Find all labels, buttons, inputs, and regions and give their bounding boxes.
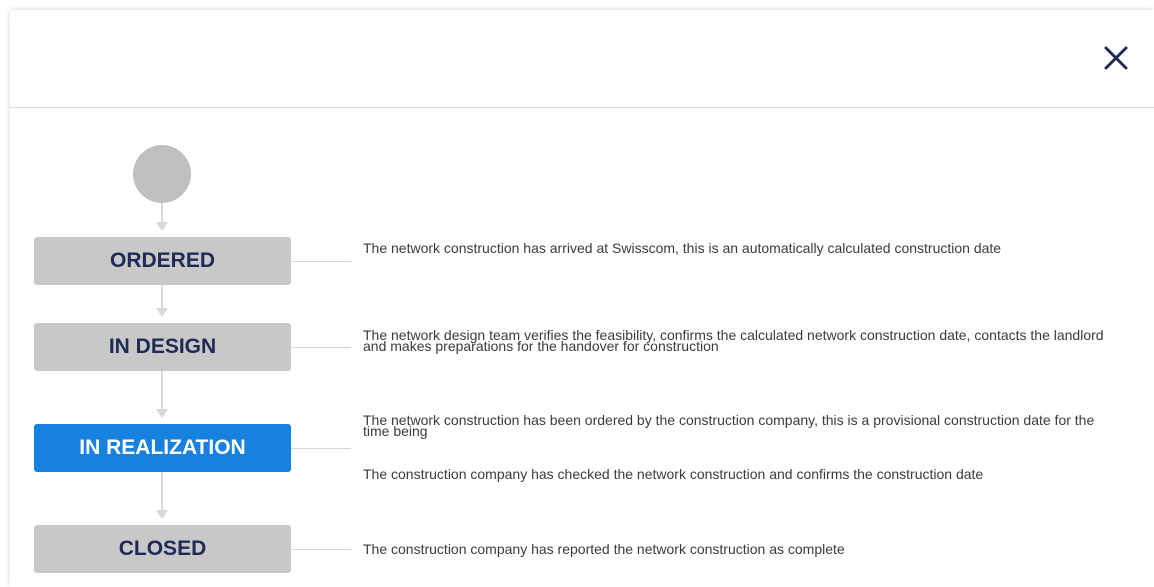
state-in-realization-description-1: The network construction has been ordere… xyxy=(363,412,1095,439)
flow-arrow-icon xyxy=(156,222,168,231)
state-ordered-label: ORDERED xyxy=(109,249,215,272)
flow-arrow-icon xyxy=(156,510,168,519)
state-ordered[interactable]: ORDERED xyxy=(34,237,291,285)
state-in-design[interactable]: IN DESIGN xyxy=(34,323,291,371)
flow-arrow-icon xyxy=(156,308,168,317)
state-in-design-description: The network design team verifies the fea… xyxy=(363,327,1104,354)
flow-arrow-icon xyxy=(156,409,168,418)
workflow-start-node xyxy=(133,145,191,203)
state-closed-label: CLOSED xyxy=(118,537,207,560)
state-in-realization-description-2: The construction company has checked the… xyxy=(363,466,984,482)
flow-connector xyxy=(161,285,163,308)
state-in-design-label: IN DESIGN xyxy=(108,335,217,358)
state-in-realization-label: IN REALIZATION xyxy=(79,436,246,459)
state-closed[interactable]: CLOSED xyxy=(34,525,291,573)
status-dialog: ORDERED The network construction has arr… xyxy=(10,10,1154,587)
state-in-design-leader-line xyxy=(291,347,351,348)
state-ordered-leader-line xyxy=(291,261,351,262)
flow-connector xyxy=(161,472,163,510)
flow-connector xyxy=(161,203,163,222)
close-button[interactable] xyxy=(1102,44,1130,72)
state-closed-leader-line xyxy=(291,549,351,550)
state-in-realization-leader-line xyxy=(291,448,351,449)
dialog-header xyxy=(10,10,1154,108)
flow-connector xyxy=(161,371,163,409)
close-icon xyxy=(1104,46,1128,70)
state-closed-description: The construction company has reported th… xyxy=(363,541,845,557)
state-in-realization[interactable]: IN REALIZATION xyxy=(34,424,291,472)
state-ordered-description: The network construction has arrived at … xyxy=(363,240,1002,256)
